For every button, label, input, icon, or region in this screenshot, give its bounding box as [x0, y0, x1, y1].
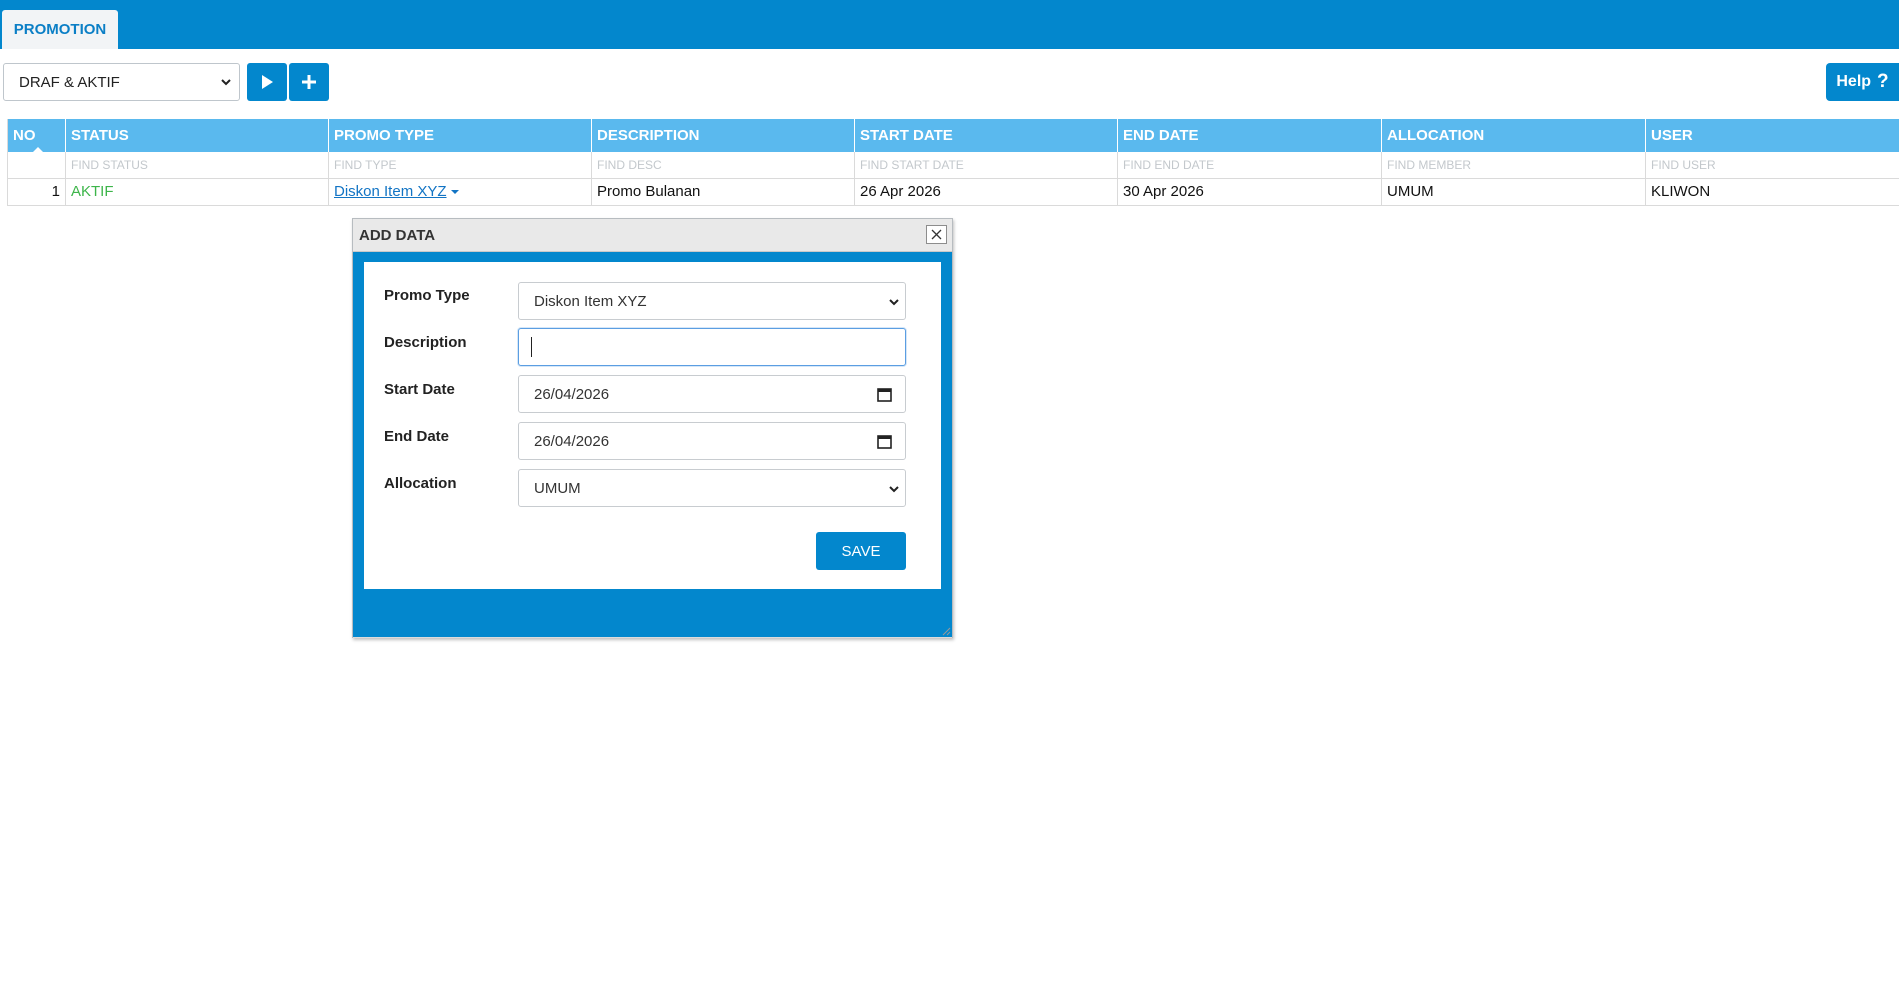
close-icon: [931, 229, 942, 240]
promo-type-link[interactable]: Diskon Item XYZ: [334, 183, 447, 200]
save-label: SAVE: [841, 542, 881, 560]
end-date-input[interactable]: 26/04/2026: [518, 422, 906, 460]
dialog-form: Promo Type Diskon Item XYZ Description S…: [364, 262, 941, 589]
grid-header-row: NO STATUS PROMO TYPE DESCRIPTION START D…: [7, 119, 1899, 152]
resize-grip-icon[interactable]: [941, 626, 951, 636]
description-label: Description: [384, 334, 467, 351]
grid-filter-row: [7, 152, 1899, 179]
promo-type-select[interactable]: Diskon Item XYZ: [518, 282, 906, 320]
col-header-allocation[interactable]: ALLOCATION: [1381, 119, 1646, 152]
cell-status: AKTIF: [65, 178, 329, 206]
question-icon: ?: [1877, 71, 1889, 92]
run-button[interactable]: [247, 63, 287, 101]
dialog-close-button[interactable]: [926, 225, 947, 244]
promotion-grid: NO STATUS PROMO TYPE DESCRIPTION START D…: [7, 119, 1899, 206]
cell-end-date: 30 Apr 2026: [1117, 178, 1382, 206]
description-input[interactable]: [518, 328, 906, 366]
start-date-value: 26/04/2026: [534, 385, 610, 403]
col-header-status[interactable]: STATUS: [65, 119, 329, 152]
allocation-value: UMUM: [534, 479, 581, 497]
start-date-label: Start Date: [384, 381, 455, 398]
dialog-title: ADD DATA: [359, 226, 436, 244]
plus-icon: [302, 75, 316, 89]
calendar-icon[interactable]: [877, 387, 892, 402]
save-button[interactable]: SAVE: [816, 532, 906, 570]
cell-description: Promo Bulanan: [591, 178, 855, 206]
status-filter-value: DRAF & AKTIF: [19, 73, 120, 91]
col-header-promo-type[interactable]: PROMO TYPE: [328, 119, 592, 152]
tab-promotion[interactable]: PROMOTION: [2, 10, 118, 49]
find-type-input[interactable]: [334, 157, 579, 172]
find-status-input[interactable]: [71, 157, 316, 172]
play-icon: [262, 75, 273, 89]
table-row[interactable]: 1 AKTIF Diskon Item XYZ Promo Bulanan 26…: [7, 178, 1899, 206]
text-cursor: [531, 337, 532, 357]
cell-allocation: UMUM: [1381, 178, 1646, 206]
help-button[interactable]: Help ?: [1826, 63, 1899, 101]
col-header-start-date[interactable]: START DATE: [854, 119, 1118, 152]
end-date-value: 26/04/2026: [534, 432, 610, 450]
calendar-icon[interactable]: [877, 434, 892, 449]
cell-start-date: 26 Apr 2026: [854, 178, 1118, 206]
chevron-down-icon: [889, 299, 899, 306]
find-desc-input[interactable]: [597, 157, 842, 172]
end-date-label: End Date: [384, 428, 450, 445]
add-data-dialog: ADD DATA Promo Type Diskon Item XYZ Desc…: [352, 218, 953, 638]
cell-user: KLIWON: [1645, 178, 1899, 206]
chevron-down-icon: [889, 486, 899, 493]
start-date-input[interactable]: 26/04/2026: [518, 375, 906, 413]
chevron-down-icon: [221, 79, 231, 86]
cell-promo-type: Diskon Item XYZ: [328, 178, 592, 206]
top-bar: PROMOTION: [0, 0, 1899, 49]
sort-indicator-icon: [33, 147, 43, 152]
add-button[interactable]: [289, 63, 329, 101]
status-filter-select[interactable]: DRAF & AKTIF: [3, 63, 240, 101]
filter-cell-no: [7, 152, 66, 179]
find-end-date-input[interactable]: [1123, 157, 1369, 172]
col-header-end-date[interactable]: END DATE: [1117, 119, 1382, 152]
help-label: Help: [1836, 73, 1872, 90]
promo-type-label: Promo Type: [384, 287, 470, 304]
allocation-select[interactable]: UMUM: [518, 469, 906, 507]
col-header-user[interactable]: USER: [1645, 119, 1899, 152]
col-header-description[interactable]: DESCRIPTION: [591, 119, 855, 152]
dialog-footer: [353, 601, 952, 638]
promo-type-value: Diskon Item XYZ: [534, 292, 647, 310]
allocation-label: Allocation: [384, 475, 457, 492]
find-start-date-input[interactable]: [860, 157, 1105, 172]
tab-label: PROMOTION: [13, 21, 107, 38]
find-member-input[interactable]: [1387, 157, 1633, 172]
cell-no: 1: [7, 178, 66, 206]
dialog-titlebar[interactable]: ADD DATA: [353, 219, 952, 252]
caret-down-icon[interactable]: [450, 190, 459, 195]
find-user-input[interactable]: [1651, 157, 1887, 172]
